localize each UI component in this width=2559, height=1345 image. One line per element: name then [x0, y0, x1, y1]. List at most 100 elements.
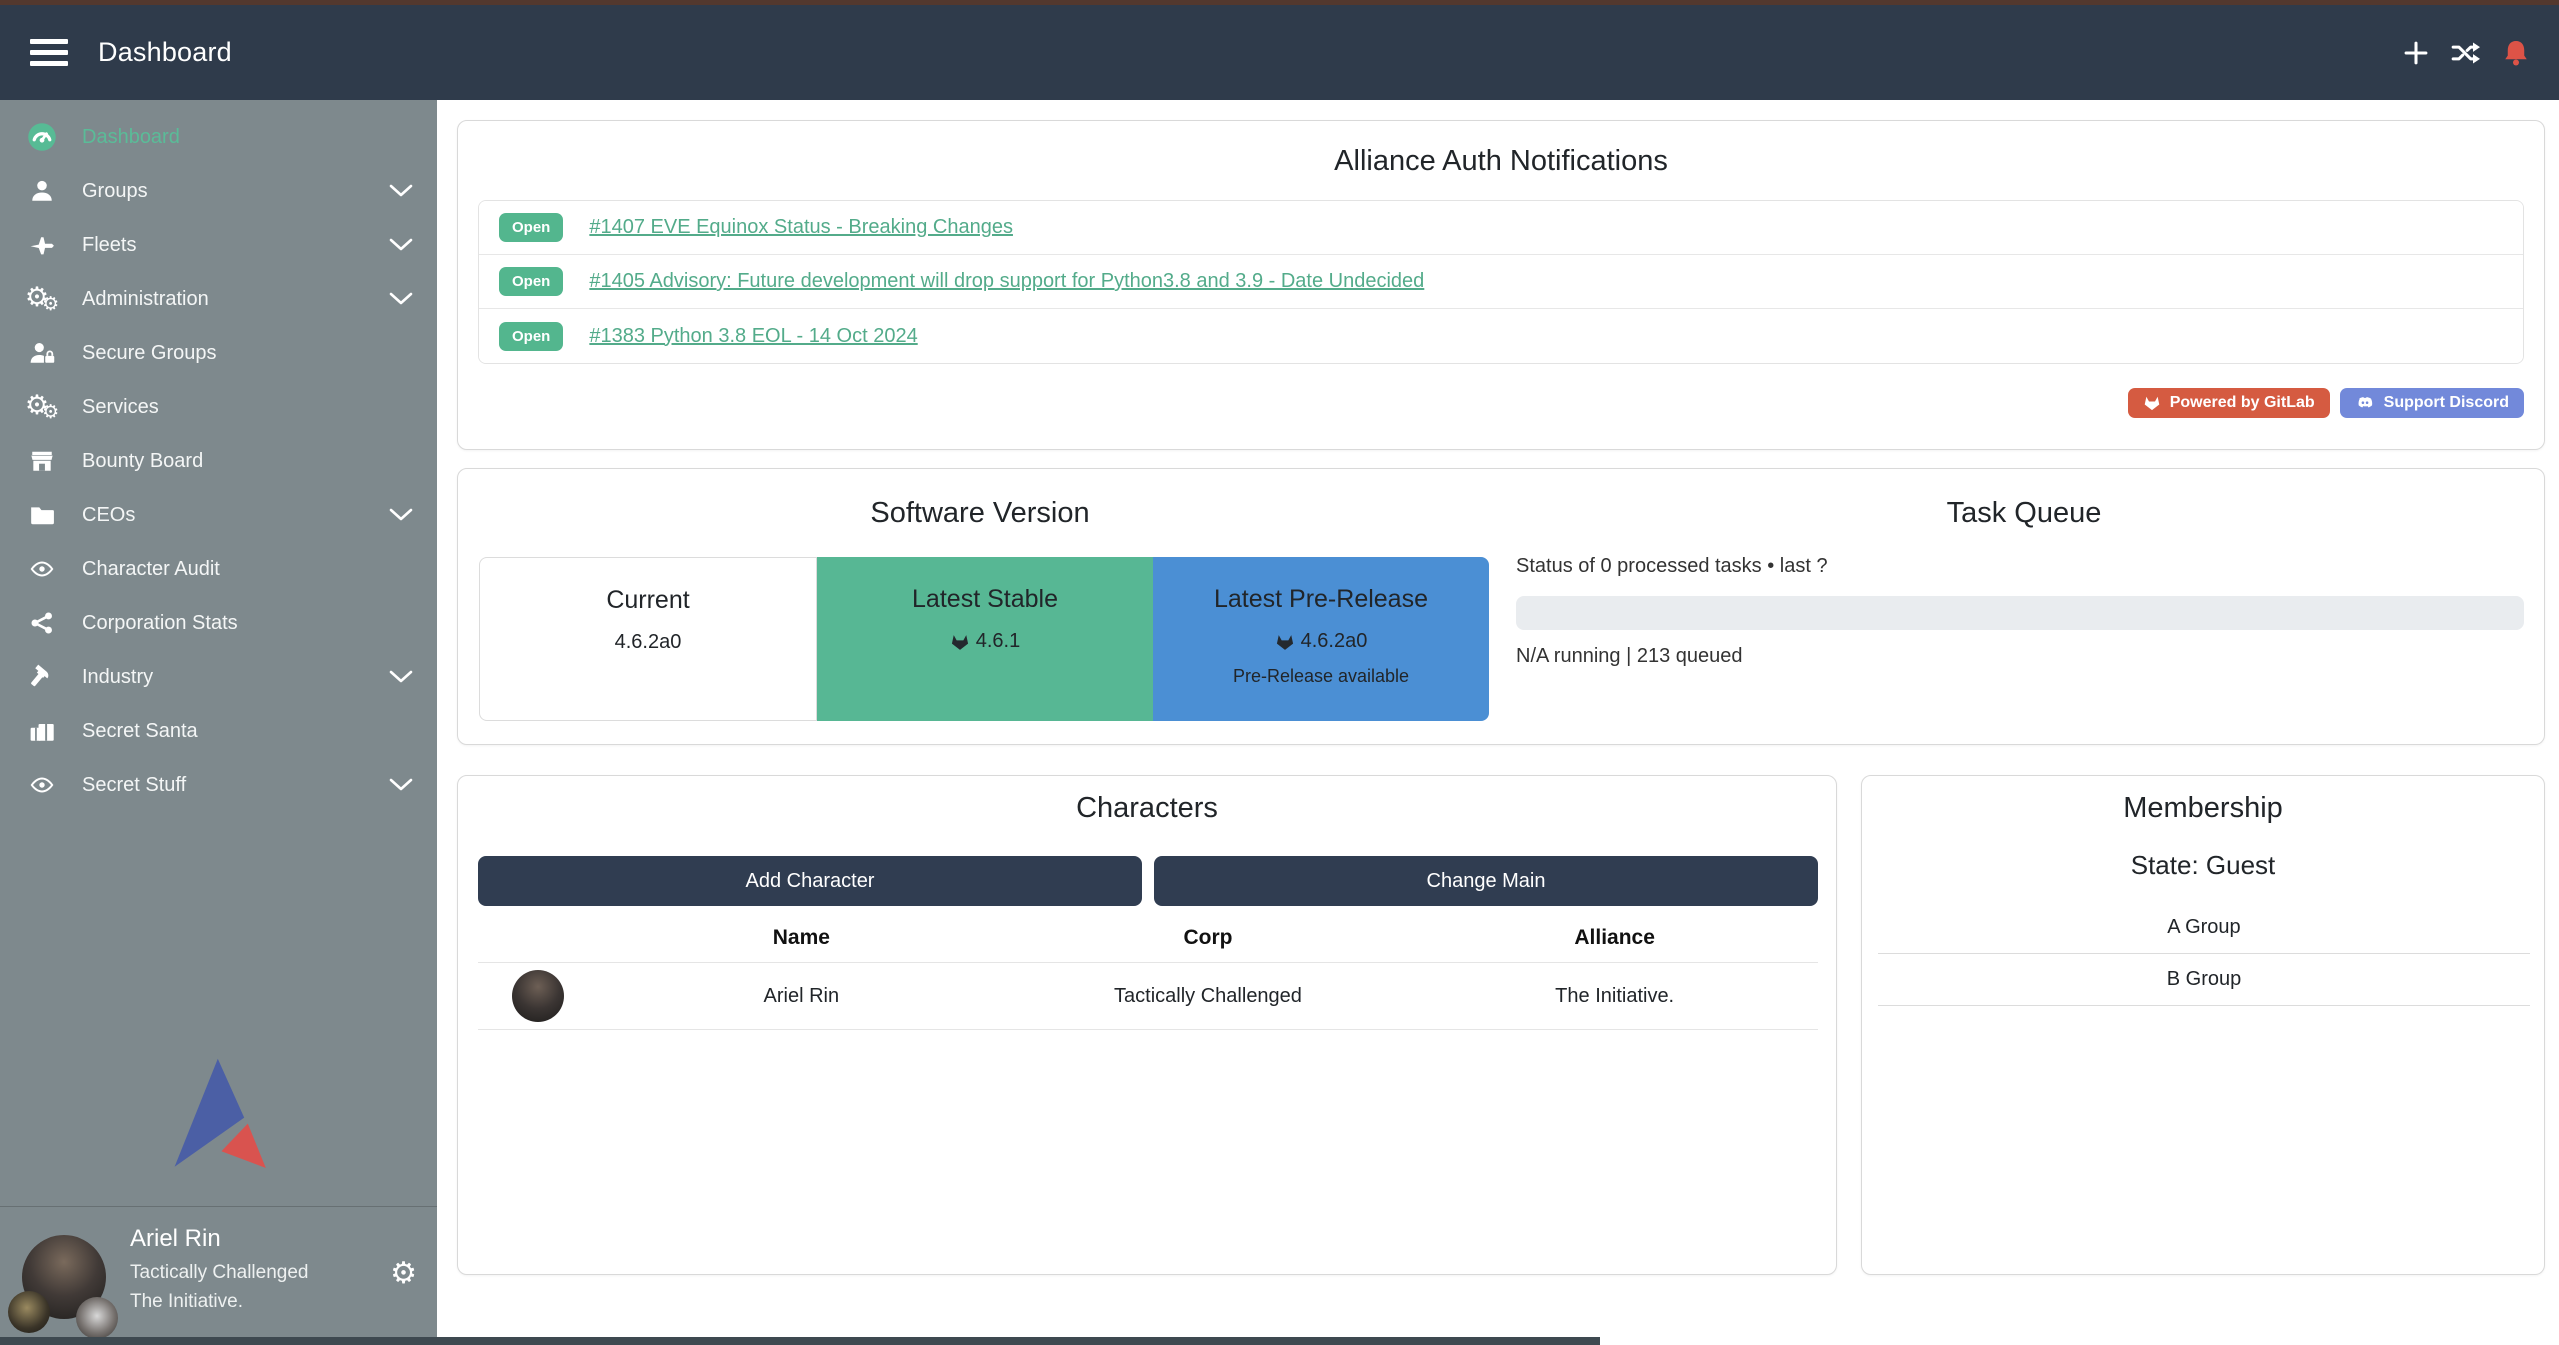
- chevron-down-icon: [385, 238, 413, 252]
- notification-row: Open #1405 Advisory: Future development …: [479, 255, 2523, 309]
- user-icon: [24, 176, 60, 206]
- sidebar-item-label: Secret Stuff: [82, 774, 385, 797]
- eye-icon: [24, 770, 60, 800]
- sidebar-item-ceos[interactable]: CEOs: [0, 488, 437, 542]
- sidebar-item-label: Groups: [82, 180, 385, 203]
- version-current-box: Current 4.6.2a0: [479, 557, 817, 721]
- sidebar-item-industry[interactable]: Industry: [0, 650, 437, 704]
- user-lock-icon: [24, 338, 60, 368]
- header-corp: Corp: [1005, 926, 1412, 950]
- sidebar-item-groups[interactable]: Groups: [0, 164, 437, 218]
- sidebar-item-administration[interactable]: ⚙⚙ Administration: [0, 272, 437, 326]
- software-version-section: Software Version Current 4.6.2a0 Latest …: [458, 469, 1502, 744]
- notification-link[interactable]: #1383 Python 3.8 EOL - 14 Oct 2024: [589, 325, 917, 348]
- shuffle-icon[interactable]: [2449, 36, 2483, 70]
- page-title: Dashboard: [98, 37, 232, 68]
- sidebar-item-dashboard[interactable]: Dashboard: [0, 110, 437, 164]
- character-name: Ariel Rin: [598, 985, 1005, 1008]
- version-prerelease-box: Latest Pre-Release 4.6.2a0 Pre-Release a…: [1153, 557, 1489, 721]
- hammer-icon: [24, 662, 60, 692]
- change-main-button[interactable]: Change Main: [1154, 856, 1818, 906]
- header-alliance: Alliance: [1411, 926, 1818, 950]
- task-queue-counts: N/A running | 213 queued: [1516, 645, 1742, 668]
- status-badge: Open: [499, 267, 563, 296]
- add-character-button[interactable]: Add Character: [478, 856, 1142, 906]
- version-value: 4.6.1: [976, 630, 1020, 653]
- header-name: Name: [598, 926, 1005, 950]
- notification-row: Open #1383 Python 3.8 EOL - 14 Oct 2024: [479, 309, 2523, 363]
- add-plus-icon[interactable]: [2399, 36, 2433, 70]
- version-value: 4.6.2a0: [615, 631, 682, 654]
- gifts-icon: [24, 716, 60, 746]
- sidebar-item-corporation-stats[interactable]: Corporation Stats: [0, 596, 437, 650]
- store-icon: [24, 446, 60, 476]
- top-navbar: Dashboard: [0, 5, 2559, 100]
- version-label: Latest Pre-Release: [1153, 585, 1489, 614]
- sidebar-item-label: CEOs: [82, 504, 385, 527]
- sidebar-item-bounty-board[interactable]: Bounty Board: [0, 434, 437, 488]
- sidebar: Dashboard Groups Fleets ⚙⚙: [0, 100, 437, 1345]
- chevron-down-icon: [385, 778, 413, 792]
- character-portrait: [512, 970, 564, 1022]
- support-discord-badge[interactable]: Support Discord: [2340, 388, 2524, 418]
- gauge-icon: [24, 122, 60, 152]
- version-stable-box: Latest Stable 4.6.1: [817, 557, 1153, 721]
- discord-icon: [2355, 394, 2375, 412]
- task-queue-section: Task Queue Status of 0 processed tasks •…: [1502, 469, 2546, 744]
- sidebar-item-character-audit[interactable]: Character Audit: [0, 542, 437, 596]
- membership-panel: Membership State: Guest A Group B Group: [1861, 775, 2545, 1275]
- user-name: Ariel Rin: [130, 1225, 309, 1253]
- list-item: B Group: [1878, 954, 2530, 1006]
- table-row: Ariel Rin Tactically Challenged The Init…: [478, 962, 1818, 1030]
- notifications-title: Alliance Auth Notifications: [458, 145, 2544, 178]
- sidebar-item-secret-santa[interactable]: Secret Santa: [0, 704, 437, 758]
- software-taskqueue-panel: Software Version Current 4.6.2a0 Latest …: [457, 468, 2545, 745]
- version-label: Current: [480, 586, 816, 615]
- alliance-auth-logo: [0, 1052, 437, 1176]
- user-corp: Tactically Challenged: [130, 1262, 309, 1284]
- version-value: 4.6.2a0: [1301, 630, 1368, 653]
- task-queue-title: Task Queue: [1502, 497, 2546, 530]
- alliance-logo: [76, 1297, 118, 1339]
- gitlab-tanuki-icon: [2143, 394, 2161, 412]
- status-badge: Open: [499, 213, 563, 242]
- horizontal-scrollbar-thumb[interactable]: [0, 1337, 1600, 1345]
- badge-label: Support Discord: [2384, 394, 2509, 412]
- jet-icon: [24, 230, 60, 260]
- membership-group-list: A Group B Group: [1878, 902, 2530, 1006]
- sidebar-item-secure-groups[interactable]: Secure Groups: [0, 326, 437, 380]
- settings-gear-icon[interactable]: ⚙: [390, 1259, 417, 1289]
- sidebar-item-fleets[interactable]: Fleets: [0, 218, 437, 272]
- sidebar-item-label: Corporation Stats: [82, 612, 413, 635]
- version-label: Latest Stable: [817, 585, 1153, 614]
- gears-icon: ⚙⚙: [24, 392, 60, 422]
- gitlab-tanuki-icon: [1275, 632, 1295, 652]
- character-corp: Tactically Challenged: [1005, 985, 1412, 1008]
- prerelease-note: Pre-Release available: [1153, 666, 1489, 687]
- sidebar-item-label: Secret Santa: [82, 720, 413, 743]
- sidebar-item-label: Administration: [82, 288, 385, 311]
- folder-icon: [24, 500, 60, 530]
- sidebar-item-secret-stuff[interactable]: Secret Stuff: [0, 758, 437, 812]
- membership-state: State: Guest: [1862, 850, 2544, 881]
- task-queue-progressbar: [1516, 596, 2524, 630]
- software-version-title: Software Version: [458, 497, 1502, 530]
- sidebar-item-services[interactable]: ⚙⚙ Services: [0, 380, 437, 434]
- powered-by-gitlab-badge[interactable]: Powered by GitLab: [2128, 388, 2330, 418]
- eye-icon: [24, 554, 60, 584]
- notification-link[interactable]: #1407 EVE Equinox Status - Breaking Chan…: [589, 216, 1013, 239]
- notification-link[interactable]: #1405 Advisory: Future development will …: [589, 270, 1424, 293]
- share-icon: [24, 608, 60, 638]
- gears-icon: ⚙⚙: [24, 284, 60, 314]
- task-queue-status: Status of 0 processed tasks • last ?: [1516, 555, 1828, 578]
- corp-logo: [8, 1291, 50, 1333]
- sidebar-item-label: Fleets: [82, 234, 385, 257]
- menu-hamburger-icon[interactable]: [30, 33, 68, 72]
- notification-row: Open #1407 EVE Equinox Status - Breaking…: [479, 201, 2523, 255]
- sidebar-item-label: Bounty Board: [82, 450, 413, 473]
- character-alliance: The Initiative.: [1411, 985, 1818, 1008]
- characters-title: Characters: [458, 792, 1836, 825]
- chevron-down-icon: [385, 184, 413, 198]
- notification-bell-icon[interactable]: [2499, 36, 2533, 70]
- sidebar-item-label: Industry: [82, 666, 385, 689]
